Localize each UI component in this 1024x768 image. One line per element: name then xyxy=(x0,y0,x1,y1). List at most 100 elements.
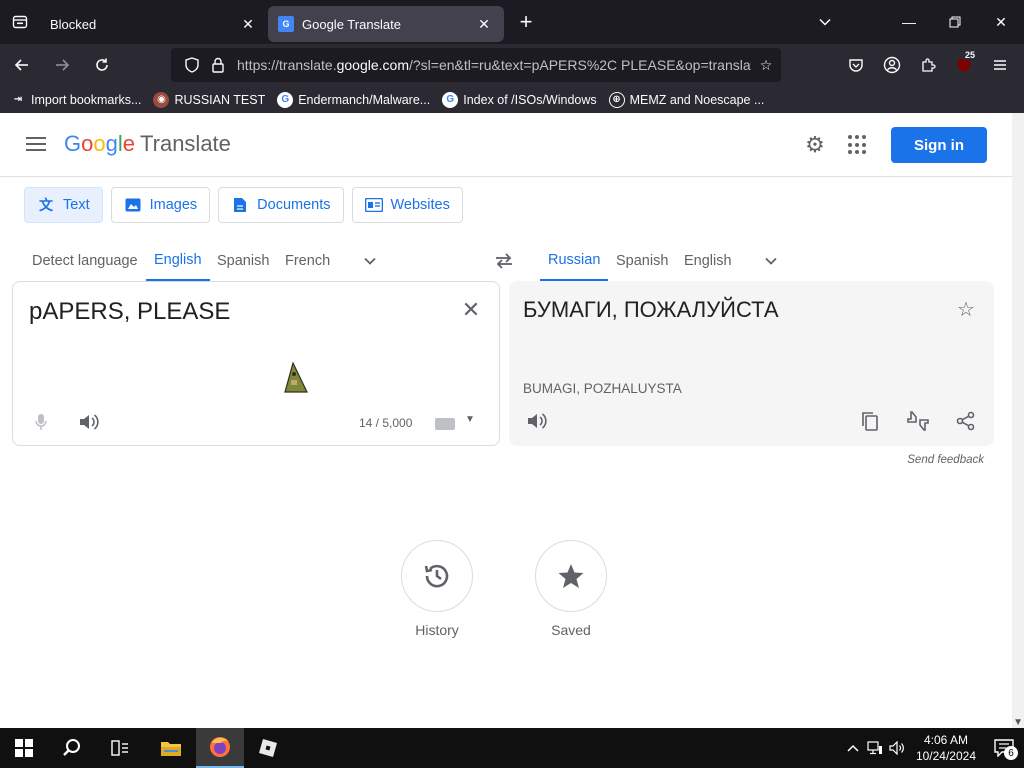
window-controls: — ✕ xyxy=(886,0,1024,44)
google-translate-favicon-icon: G xyxy=(278,16,294,32)
saved-button[interactable]: Saved xyxy=(535,540,607,638)
google-apps-grid-icon[interactable] xyxy=(848,135,868,155)
google-icon: G xyxy=(442,91,459,108)
tab-google-translate[interactable]: G Google Translate ✕ xyxy=(268,6,504,42)
keyboard-options-chevron-icon[interactable]: ▼ xyxy=(465,414,475,425)
clock-time: 4:06 AM xyxy=(923,733,968,747)
restore-icon[interactable] xyxy=(932,0,978,44)
history-icon xyxy=(401,540,473,612)
show-hidden-icons-chevron-icon[interactable] xyxy=(842,744,864,752)
rate-translation-thumbs-icon[interactable] xyxy=(906,409,930,433)
network-icon[interactable] xyxy=(864,741,886,755)
url-prefix: https://translate. xyxy=(237,57,337,73)
url-domain: google.com xyxy=(336,57,409,73)
browser-tab-bar: Blocked ✕ G Google Translate ✕ + — ✕ xyxy=(0,0,1024,44)
extensions-puzzle-icon[interactable] xyxy=(910,49,946,81)
close-icon[interactable]: ✕ xyxy=(474,16,494,33)
mode-documents-button[interactable]: Documents xyxy=(218,187,344,223)
copy-icon[interactable] xyxy=(858,409,882,433)
history-button[interactable]: History xyxy=(401,540,473,638)
source-lang-detect[interactable]: Detect language xyxy=(32,241,138,281)
tab-blocked[interactable]: Blocked ✕ xyxy=(40,6,268,42)
mode-images-button[interactable]: Images xyxy=(110,187,211,223)
close-icon[interactable]: ✕ xyxy=(238,16,258,33)
ublock-extension-icon[interactable]: 25 xyxy=(946,49,982,81)
tracking-protection-shield-icon[interactable] xyxy=(179,57,205,73)
import-icon: ⇥ xyxy=(13,94,23,105)
toolbar-extensions: 25 xyxy=(838,44,1018,86)
globe-icon: ⊕ xyxy=(608,91,625,108)
source-lang-spanish[interactable]: Spanish xyxy=(217,241,269,281)
target-lang-spanish[interactable]: Spanish xyxy=(616,241,668,281)
url-path: /?sl=en&tl=ru&text=pAPERS%2C PLEASE&op=t… xyxy=(409,57,751,73)
source-text-input[interactable]: pAPERS, PLEASE xyxy=(29,298,230,326)
action-center-notification-icon[interactable]: 6 xyxy=(984,728,1024,768)
tab-title: Google Translate xyxy=(302,16,402,32)
taskbar-clock[interactable]: 4:06 AM 10/24/2024 xyxy=(916,732,976,764)
back-arrow-icon[interactable] xyxy=(4,49,40,81)
forward-arrow-icon[interactable] xyxy=(44,49,80,81)
source-text-panel[interactable]: pAPERS, PLEASE ✕ 14 / 5,000 ▼ xyxy=(12,281,500,446)
volume-speaker-icon[interactable] xyxy=(886,741,908,755)
roblox-icon[interactable] xyxy=(244,728,292,768)
extension-badge: 25 xyxy=(962,50,977,60)
document-icon xyxy=(231,196,249,214)
bookmark-label: Import bookmarks... xyxy=(31,92,142,107)
bookmark-item[interactable]: G Endermanch/Malware... xyxy=(277,91,430,108)
bookmark-star-icon[interactable]: ☆ xyxy=(751,57,781,74)
bookmark-item[interactable]: ◉ RUSSIAN TEST xyxy=(153,91,265,108)
listen-speaker-icon[interactable] xyxy=(77,410,101,434)
clock-date: 10/24/2024 xyxy=(915,749,976,763)
send-feedback-link[interactable]: Send feedback xyxy=(907,454,984,466)
scroll-down-arrow-icon[interactable]: ▼ xyxy=(1013,717,1023,728)
system-tray: 4:06 AM 10/24/2024 6 xyxy=(842,728,1024,768)
lock-icon[interactable] xyxy=(205,57,231,73)
more-target-languages-chevron-icon[interactable] xyxy=(759,249,783,273)
account-icon[interactable] xyxy=(874,49,910,81)
hamburger-menu-icon[interactable] xyxy=(982,49,1018,81)
microphone-icon[interactable] xyxy=(31,410,51,434)
mode-label: Images xyxy=(149,197,198,213)
translation-mode-tabs: 文 Text Images Documents Websites xyxy=(24,187,471,223)
bookmark-item[interactable]: G Index of /ISOs/Windows xyxy=(442,91,597,108)
settings-gear-icon[interactable]: ⚙ xyxy=(803,132,827,157)
language-bar: Detect language English Spanish French R… xyxy=(0,241,1012,281)
keyboard-icon[interactable] xyxy=(435,418,455,430)
search-icon[interactable] xyxy=(48,728,96,768)
clear-source-close-icon[interactable]: ✕ xyxy=(459,297,483,322)
window-close-icon[interactable]: ✕ xyxy=(978,0,1024,44)
save-translation-star-icon[interactable]: ☆ xyxy=(954,297,978,321)
bookmarks-toolbar: ⇥ Import bookmarks... ◉ RUSSIAN TEST G E… xyxy=(0,86,1024,113)
mode-label: Documents xyxy=(257,197,331,213)
more-source-languages-chevron-icon[interactable] xyxy=(358,249,382,273)
list-all-tabs-chevron-icon[interactable] xyxy=(810,0,840,44)
main-menu-icon[interactable] xyxy=(24,133,48,157)
firefox-view-icon[interactable] xyxy=(0,0,40,44)
share-icon[interactable] xyxy=(954,409,978,433)
pocket-icon[interactable] xyxy=(838,49,874,81)
mouse-cursor-icon xyxy=(284,362,308,393)
task-view-icon[interactable] xyxy=(96,728,144,768)
bookmark-item[interactable]: ⇥ Import bookmarks... xyxy=(10,92,142,108)
page-scrollbar[interactable]: ▼ xyxy=(1012,113,1024,728)
mode-text-button[interactable]: 文 Text xyxy=(24,187,103,223)
swap-languages-icon[interactable] xyxy=(492,249,516,273)
windows-start-icon[interactable] xyxy=(0,728,48,768)
sign-in-button[interactable]: Sign in xyxy=(891,127,987,163)
google-translate-logo[interactable]: Google Translate xyxy=(64,131,231,157)
url-bar[interactable]: https://translate.google.com/?sl=en&tl=r… xyxy=(171,48,781,82)
minimize-icon[interactable]: — xyxy=(886,0,932,44)
source-lang-french[interactable]: French xyxy=(285,241,330,281)
transliteration-text: BUMAGI, POZHALUYSTA xyxy=(523,381,682,396)
file-explorer-folder-icon[interactable] xyxy=(147,728,195,768)
new-tab-plus-icon[interactable]: + xyxy=(508,4,544,40)
website-icon xyxy=(364,196,383,214)
source-lang-english[interactable]: English xyxy=(146,241,210,281)
mode-websites-button[interactable]: Websites xyxy=(351,187,463,223)
listen-translation-speaker-icon[interactable] xyxy=(525,409,549,433)
firefox-taskbar-icon[interactable] xyxy=(196,728,244,768)
target-lang-english[interactable]: English xyxy=(684,241,732,281)
reload-icon[interactable] xyxy=(84,49,120,81)
target-lang-russian[interactable]: Russian xyxy=(540,241,609,281)
bookmark-item[interactable]: ⊕ MEMZ and Noescape ... xyxy=(608,91,764,108)
